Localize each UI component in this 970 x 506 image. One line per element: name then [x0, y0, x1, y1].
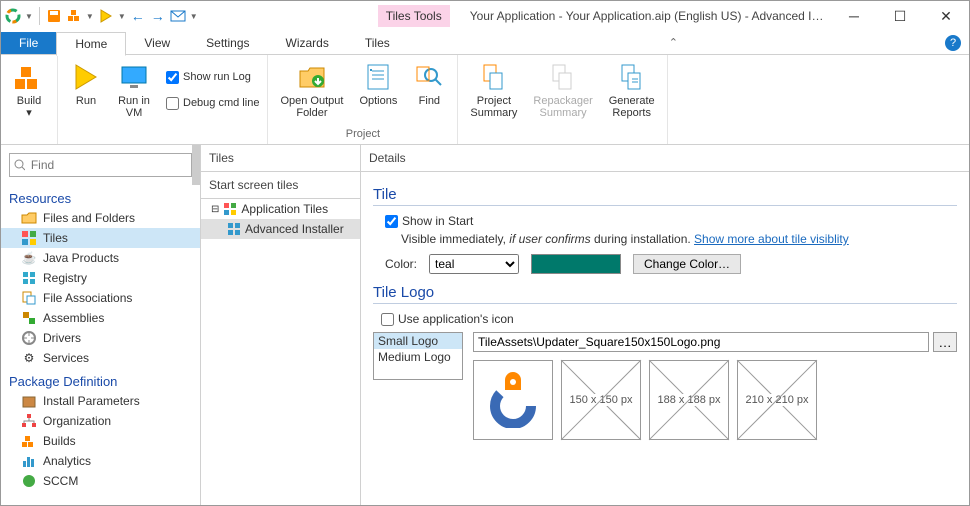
tile-size-slot: 150 x 150 px [561, 360, 641, 440]
context-tab-header: Tiles Tools [378, 5, 450, 27]
tile-preview-image [473, 360, 553, 440]
maximize-button[interactable]: ☐ [877, 1, 923, 31]
open-output-folder-button[interactable]: Open Output Folder [276, 59, 347, 121]
find-input[interactable] [31, 158, 187, 172]
forward-icon[interactable]: → [150, 8, 166, 24]
change-color-button[interactable]: Change Color… [633, 254, 741, 274]
color-swatch [531, 254, 621, 274]
ribbon-group-label: Project [346, 128, 380, 140]
logo-list-item[interactable]: Small Logo [374, 333, 462, 349]
panel-subhead: Start screen tiles [201, 172, 360, 199]
browse-button[interactable]: … [933, 332, 957, 352]
sidebar-item-file-associations[interactable]: File Associations [1, 288, 200, 308]
options-button[interactable]: Options [355, 59, 401, 121]
sidebar-item-analytics[interactable]: Analytics [1, 451, 200, 471]
collapse-icon[interactable]: ⊟ [211, 204, 219, 215]
sidebar-item-files-and-folders[interactable]: Files and Folders [1, 208, 200, 228]
sidebar-item-registry[interactable]: Registry [1, 268, 200, 288]
middle-panel: Tiles Start screen tiles ⊟ Application T… [201, 145, 361, 505]
close-button[interactable]: ✕ [923, 1, 969, 31]
save-icon[interactable] [46, 8, 62, 24]
tile-size-slot: 210 x 210 px [737, 360, 817, 440]
app-icon [5, 8, 21, 24]
sidebar-item-java-products[interactable]: ☕Java Products [1, 248, 200, 268]
find-button[interactable]: Find [409, 59, 449, 121]
quick-access-toolbar: ▼ ▼ ▼ ← → ▼ [1, 7, 198, 25]
sidebar-item-services[interactable]: ⚙Services [1, 348, 200, 368]
tree-root[interactable]: ⊟ Application Tiles [201, 199, 360, 219]
sidebar-item-organization[interactable]: Organization [1, 411, 200, 431]
search-icon [14, 159, 25, 171]
run-icon[interactable] [98, 8, 114, 24]
ribbon-tabs: File Home View Settings Wizards Tiles ⌃ … [1, 31, 969, 55]
tab-file[interactable]: File [1, 32, 56, 54]
tab-settings[interactable]: Settings [188, 32, 267, 54]
chevron-down-icon[interactable]: ▼ [190, 12, 198, 21]
left-navigation: Resources Files and Folders Tiles ☕Java … [1, 145, 201, 505]
tab-wizards[interactable]: Wizards [268, 32, 347, 54]
sidebar-item-assemblies[interactable]: Assemblies [1, 308, 200, 328]
collapse-ribbon-icon[interactable]: ⌃ [669, 36, 678, 49]
color-label: Color: [385, 257, 417, 271]
tree-child[interactable]: Advanced Installer [201, 219, 360, 239]
repackager-summary-button: Repackager Summary [529, 59, 596, 121]
details-panel: Details Tile Show in Start Visible immed… [361, 145, 969, 505]
logo-list-item[interactable]: Medium Logo [374, 349, 462, 365]
windows-icon [227, 222, 241, 236]
sidebar-item-install-parameters[interactable]: Install Parameters [1, 391, 200, 411]
project-summary-button[interactable]: Project Summary [466, 59, 521, 121]
back-icon[interactable]: ← [130, 8, 146, 24]
chevron-down-icon[interactable]: ▼ [118, 12, 126, 21]
section-resources: Resources [1, 189, 200, 208]
build-icon[interactable] [66, 8, 82, 24]
window-title: Your Application - Your Application.aip … [470, 9, 831, 23]
logo-size-list[interactable]: Small Logo Medium Logo [373, 332, 463, 380]
section-tile: Tile [373, 186, 957, 206]
generate-reports-button[interactable]: Generate Reports [605, 59, 659, 121]
section-tile-logo: Tile Logo [373, 284, 957, 304]
scrollbar-thumb[interactable] [192, 145, 200, 185]
panel-title: Tiles [201, 145, 360, 172]
title-bar: ▼ ▼ ▼ ← → ▼ Tiles Tools Your Application… [1, 1, 969, 31]
show-in-start-checkbox[interactable]: Show in Start [385, 214, 957, 228]
section-package-definition: Package Definition [1, 372, 200, 391]
debug-cmd-line-checkbox[interactable]: Debug cmd line [166, 93, 259, 113]
show-run-log-checkbox[interactable]: Show run Log [166, 67, 259, 87]
show-more-link[interactable]: Show more about tile visiblity [694, 232, 849, 246]
tiles-icon [223, 202, 237, 216]
tab-home[interactable]: Home [56, 32, 126, 56]
tab-tiles[interactable]: Tiles [347, 32, 408, 54]
find-box[interactable] [9, 153, 192, 177]
use-app-icon-checkbox[interactable]: Use application's icon [381, 312, 957, 326]
tab-view[interactable]: View [126, 32, 188, 54]
ribbon: Build▾ Run Run in VM Show run Log Debug … [1, 55, 969, 145]
sidebar-item-tiles[interactable]: Tiles [1, 228, 200, 248]
visibility-text: Visible immediately, if user confirms du… [401, 232, 957, 246]
mail-icon[interactable] [170, 8, 186, 24]
details-head: Details [361, 145, 969, 172]
run-button[interactable]: Run [66, 59, 106, 121]
sidebar-item-builds[interactable]: Builds [1, 431, 200, 451]
help-button[interactable]: ? [945, 35, 961, 51]
tile-size-slot: 188 x 188 px [649, 360, 729, 440]
chevron-down-icon[interactable]: ▼ [25, 12, 33, 21]
chevron-down-icon[interactable]: ▼ [86, 12, 94, 21]
minimize-button[interactable]: ─ [831, 1, 877, 31]
logo-path-input[interactable] [473, 332, 929, 352]
run-in-vm-button[interactable]: Run in VM [114, 59, 154, 121]
sidebar-item-drivers[interactable]: Drivers [1, 328, 200, 348]
build-button[interactable]: Build▾ [9, 59, 49, 121]
sidebar-item-sccm[interactable]: SCCM [1, 471, 200, 491]
color-select[interactable]: teal [429, 254, 519, 274]
